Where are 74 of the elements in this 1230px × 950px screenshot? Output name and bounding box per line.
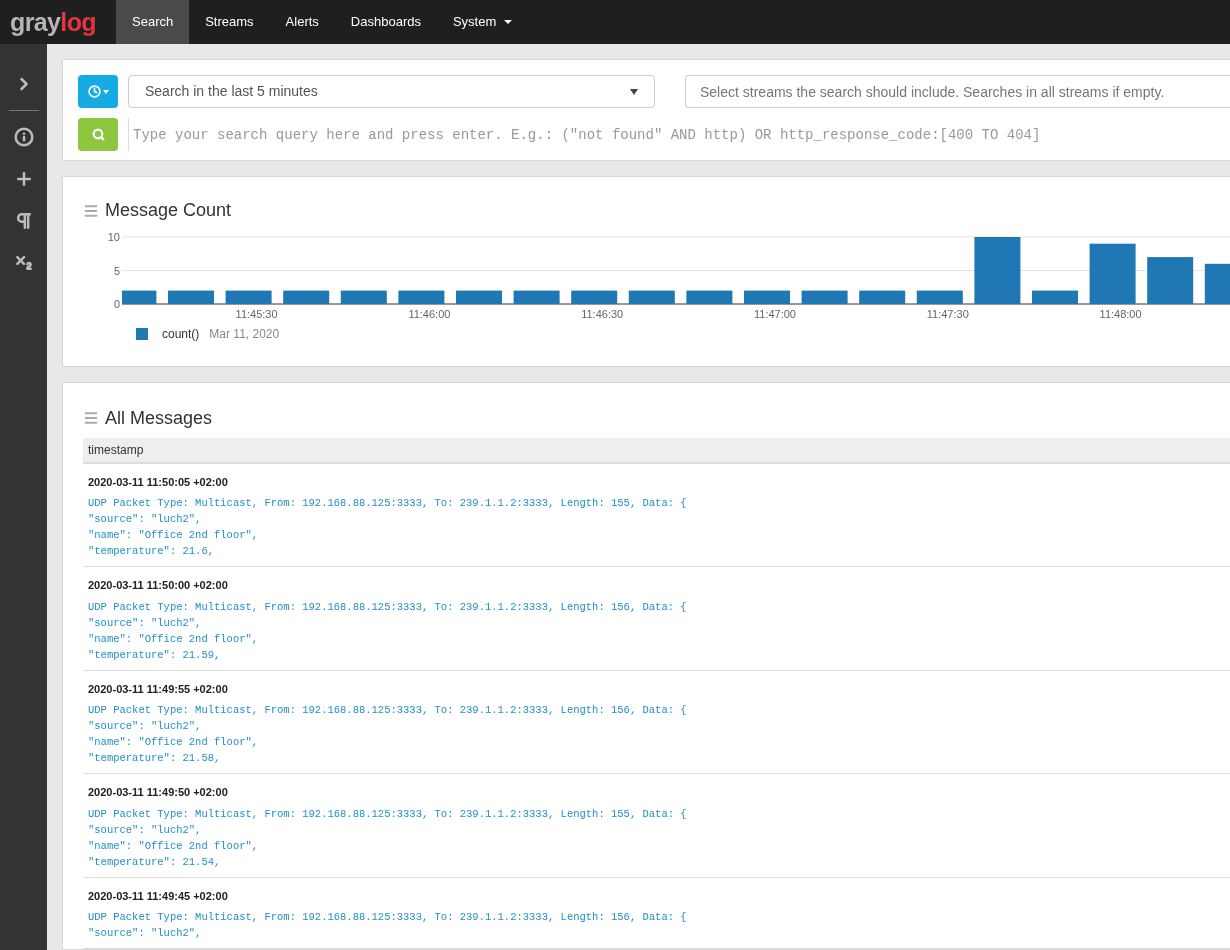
chart-bar <box>1147 257 1194 305</box>
info-icon[interactable] <box>13 127 34 147</box>
nav-tab[interactable]: System <box>436 0 529 44</box>
x-tick-label: 11:48:00 <box>1099 308 1142 321</box>
chart-bar <box>168 291 214 305</box>
message-line: "source": "luch2", <box>88 719 203 734</box>
time-range-select[interactable]: Search in the last 5 minutes <box>128 75 655 108</box>
message-timestamp: 2020-03-11 11:49:50 +02:00 <box>88 785 229 800</box>
query-field[interactable]: Type your search query here and press enter. E.g.: ("not found" AND http) OR http_response_code:[400 TO 404] <box>128 118 1230 151</box>
chart-bar <box>1032 291 1078 305</box>
x-tick-label: 11:46:00 <box>408 308 451 321</box>
message-line: "temperature": 21.54, <box>88 854 222 870</box>
message-line: "source": "luch2", <box>88 822 203 838</box>
legend-date: Mar 11, 2020 <box>209 326 280 344</box>
message-timestamp: 2020-03-11 11:49:45 +02:00 <box>88 888 229 904</box>
chart-bar <box>801 291 848 305</box>
x-tick-label: 11:46:30 <box>581 308 624 321</box>
message-line: UDP Packet Type: Multicast, From: 192.168.88.125:3333, To: 239.1.1.2:3333, Length: 155, Data: { <box>88 496 688 511</box>
chart-bar <box>340 291 387 305</box>
caret-icon <box>102 89 109 94</box>
panel-title: Message Count <box>105 199 232 223</box>
legend-swatch <box>136 328 148 341</box>
chart-bar <box>283 291 330 305</box>
message-line: "name": "Office 2nd floor", <box>88 528 260 543</box>
dropdown-icon <box>630 88 638 95</box>
subscript-icon[interactable] <box>13 253 34 273</box>
message-line: "source": "luch2", <box>88 926 203 941</box>
chart-bar <box>859 291 906 305</box>
message-line: "source": "luch2", <box>88 615 203 631</box>
search-icon <box>91 128 105 141</box>
chart-bar <box>686 291 733 305</box>
message-line: "name": "Office 2nd floor", <box>88 838 260 854</box>
message-line: "temperature": 21.58, <box>88 751 222 766</box>
chart-bar <box>122 291 157 305</box>
chart-bar <box>456 291 502 305</box>
x-tick-label: 11:47:00 <box>754 308 796 321</box>
message-timestamp: 2020-03-11 11:50:00 +02:00 <box>88 578 229 593</box>
chart-bar <box>628 291 675 305</box>
message-line: "temperature": 21.6, <box>88 544 216 559</box>
message-line: "temperature": 21.59, <box>88 647 222 663</box>
message-line: "source": "luch2", <box>88 512 203 527</box>
y-tick-label: 10 <box>107 231 120 244</box>
nav-tab[interactable]: Dashboards <box>334 0 437 44</box>
chart-bar <box>1204 264 1230 305</box>
streams-field[interactable]: Select streams the search should include. Searches in all streams if empty. <box>685 75 1230 108</box>
chart-bar <box>1089 244 1136 305</box>
legend-label: count() <box>162 326 200 344</box>
chart-bar <box>974 237 1021 305</box>
chart-bar <box>225 291 272 305</box>
column-header[interactable]: timestamp <box>83 437 149 462</box>
x-tick-label: 11:45:30 <box>235 308 278 321</box>
y-tick-label: 5 <box>113 264 120 277</box>
time-range-button[interactable] <box>78 75 118 108</box>
y-tick-label: 0 <box>113 298 120 311</box>
message-timestamp: 2020-03-11 11:49:55 +02:00 <box>88 681 229 697</box>
message-line: "name": "Office 2nd floor", <box>88 735 260 750</box>
chart-bar <box>513 291 560 305</box>
clock-icon <box>87 85 101 98</box>
logo[interactable]: graylog <box>0 0 116 44</box>
message-line: UDP Packet Type: Multicast, From: 192.168.88.125:3333, To: 239.1.1.2:3333, Length: 155, Data: { <box>88 806 688 822</box>
nav-tab[interactable]: Search <box>116 0 190 44</box>
x-tick-label: 11:47:30 <box>926 308 969 321</box>
nav-tab[interactable]: Alerts <box>269 0 335 44</box>
message-line: UDP Packet Type: Multicast, From: 192.168.88.125:3333, To: 239.1.1.2:3333, Length: 156, Data: { <box>88 703 688 718</box>
message-line: UDP Packet Type: Multicast, From: 192.168.88.125:3333, To: 239.1.1.2:3333, Length: 156, Data: { <box>88 910 688 925</box>
chart-bar <box>398 291 445 305</box>
message-timestamp: 2020-03-11 11:50:05 +02:00 <box>88 474 229 490</box>
message-line: "name": "Office 2nd floor", <box>88 631 260 647</box>
nav-tab[interactable]: Streams <box>189 0 270 44</box>
chart-bar <box>744 291 790 305</box>
panel-title: All Messages <box>105 406 213 430</box>
chart-bar <box>571 291 618 305</box>
chart-bar <box>916 291 963 305</box>
message-line: UDP Packet Type: Multicast, From: 192.168.88.125:3333, To: 239.1.1.2:3333, Length: 156, Data: { <box>88 599 688 615</box>
